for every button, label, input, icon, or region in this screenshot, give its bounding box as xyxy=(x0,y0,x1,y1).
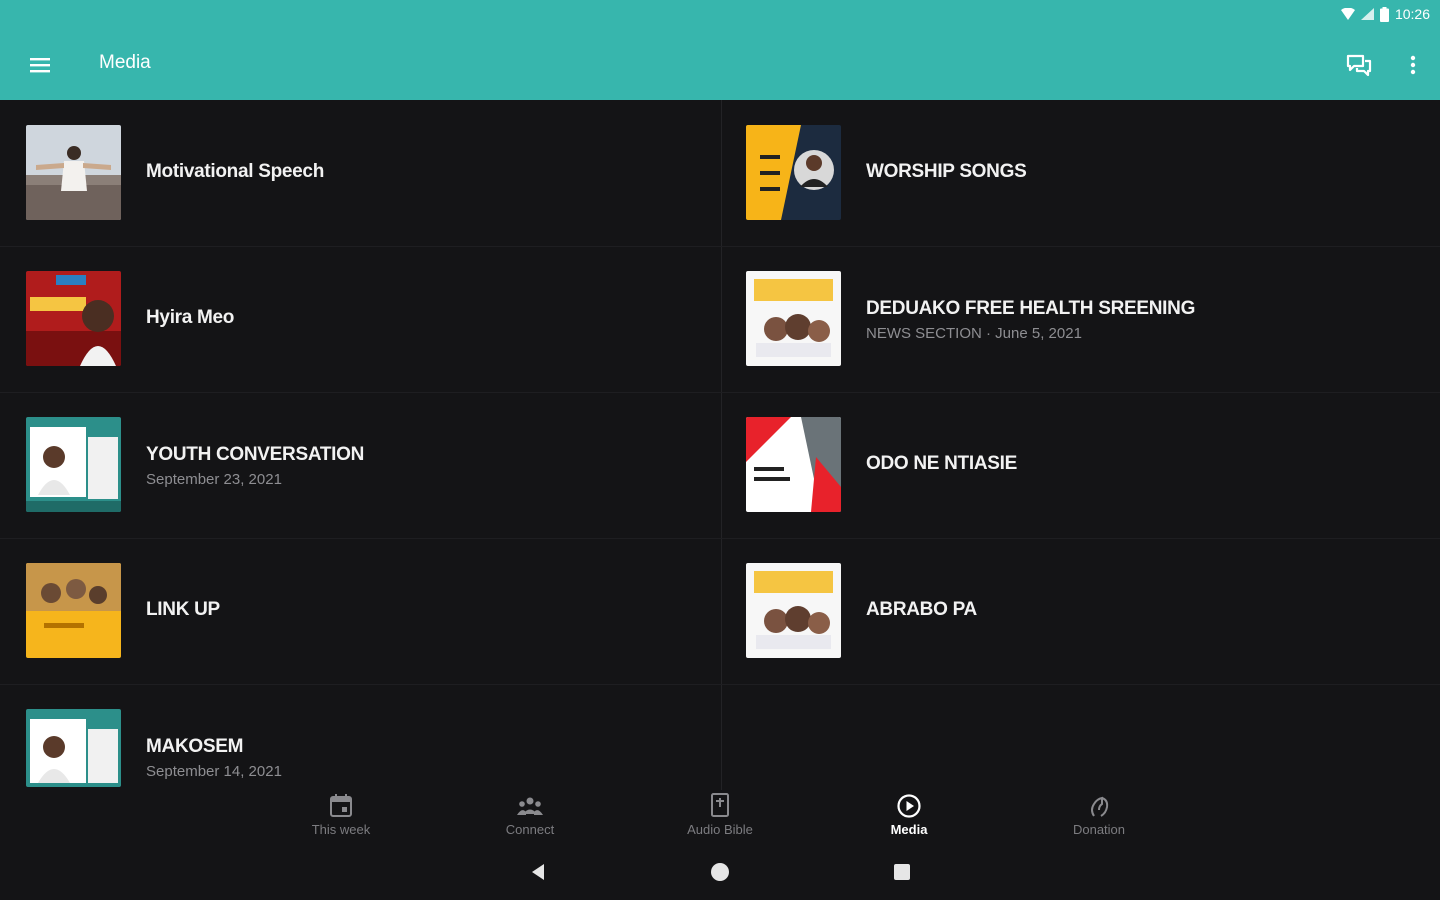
nav-label: Media xyxy=(890,822,928,837)
wifi-icon xyxy=(1340,8,1355,20)
donation-icon xyxy=(1091,796,1109,817)
nav-donation[interactable]: Donation xyxy=(1039,790,1159,845)
media-item-title: Motivational Speech xyxy=(146,161,325,182)
nav-audio-bible[interactable]: Audio Bible xyxy=(660,790,780,845)
home-button[interactable] xyxy=(709,861,731,883)
hamburger-menu-icon xyxy=(30,58,50,73)
media-item-abrabo-pa[interactable]: ABRABO PA xyxy=(720,538,1420,678)
media-thumbnail xyxy=(746,271,841,366)
nav-label: Connect xyxy=(505,822,555,837)
page-title: Media xyxy=(99,52,151,73)
back-triangle-icon xyxy=(532,864,544,880)
status-bar: 10:26 xyxy=(0,0,1440,30)
media-item-motivational-speech[interactable]: Motivational Speech xyxy=(0,100,700,240)
home-circle-icon xyxy=(711,863,729,881)
system-navigation-bar xyxy=(0,845,1440,900)
group-icon xyxy=(517,797,543,815)
media-item-title: MAKOSEM xyxy=(146,736,244,757)
media-item-hyira-meo[interactable]: Hyira Meo xyxy=(0,246,700,386)
media-thumbnail xyxy=(26,417,121,512)
media-item-deduako-free-health-screening[interactable]: DEDUAKO FREE HEALTH SREENING NEWS SECTIO… xyxy=(720,246,1420,386)
media-item-subtitle: September 14, 2021 xyxy=(146,763,282,780)
chat-bubbles-icon xyxy=(1346,54,1372,77)
nav-connect[interactable]: Connect xyxy=(470,790,590,845)
media-thumbnail xyxy=(26,709,121,787)
nav-this-week[interactable]: This week xyxy=(281,790,401,845)
nav-media[interactable]: Media xyxy=(849,790,969,845)
status-icons: 10:26 xyxy=(1340,6,1430,22)
media-item-title: LINK UP xyxy=(146,599,220,620)
media-item-title: WORSHIP SONGS xyxy=(866,161,1027,182)
media-item-subtitle: NEWS SECTION · June 5, 2021 xyxy=(866,325,1082,342)
media-item-title: DEDUAKO FREE HEALTH SREENING xyxy=(866,298,1196,319)
media-thumbnail xyxy=(26,271,121,366)
chat-button[interactable] xyxy=(1344,50,1374,80)
media-item-youth-conversation[interactable]: YOUTH CONVERSATION September 23, 2021 xyxy=(0,392,700,532)
battery-icon xyxy=(1379,6,1389,22)
play-circle-icon xyxy=(897,794,921,818)
media-thumbnail xyxy=(26,125,121,220)
bible-icon xyxy=(711,793,729,817)
media-thumbnail xyxy=(746,125,841,220)
more-vert-icon xyxy=(1410,55,1416,75)
app-bar: Media xyxy=(0,30,1440,100)
nav-label: This week xyxy=(311,822,371,837)
bottom-navigation: This week Connect Audio Bible Media Dona… xyxy=(0,790,1440,845)
recents-square-icon xyxy=(894,864,910,880)
cell-signal-icon xyxy=(1360,8,1374,20)
media-item-title: Hyira Meo xyxy=(146,307,235,328)
nav-label: Audio Bible xyxy=(687,822,753,837)
media-item-worship-songs[interactable]: WORSHIP SONGS xyxy=(720,100,1420,240)
media-list: Motivational Speech WORSHIP SONGS Hyira … xyxy=(0,100,1440,790)
media-item-subtitle: September 23, 2021 xyxy=(146,471,282,488)
back-button[interactable] xyxy=(527,861,549,883)
media-thumbnail xyxy=(26,563,121,658)
menu-button[interactable] xyxy=(22,50,58,80)
calendar-icon xyxy=(330,794,352,817)
media-item-title: ABRABO PA xyxy=(866,599,977,620)
media-item-title: YOUTH CONVERSATION xyxy=(146,444,365,465)
recents-button[interactable] xyxy=(891,861,913,883)
status-time: 10:26 xyxy=(1394,6,1430,22)
more-options-button[interactable] xyxy=(1406,50,1420,80)
media-item-title: ODO NE NTIASIE xyxy=(866,453,1017,474)
media-thumbnail xyxy=(746,417,841,512)
media-thumbnail xyxy=(746,563,841,658)
media-item-link-up[interactable]: LINK UP xyxy=(0,538,700,678)
media-item-odo-ne-ntiasie[interactable]: ODO NE NTIASIE xyxy=(720,392,1420,532)
nav-label: Donation xyxy=(1072,822,1126,837)
